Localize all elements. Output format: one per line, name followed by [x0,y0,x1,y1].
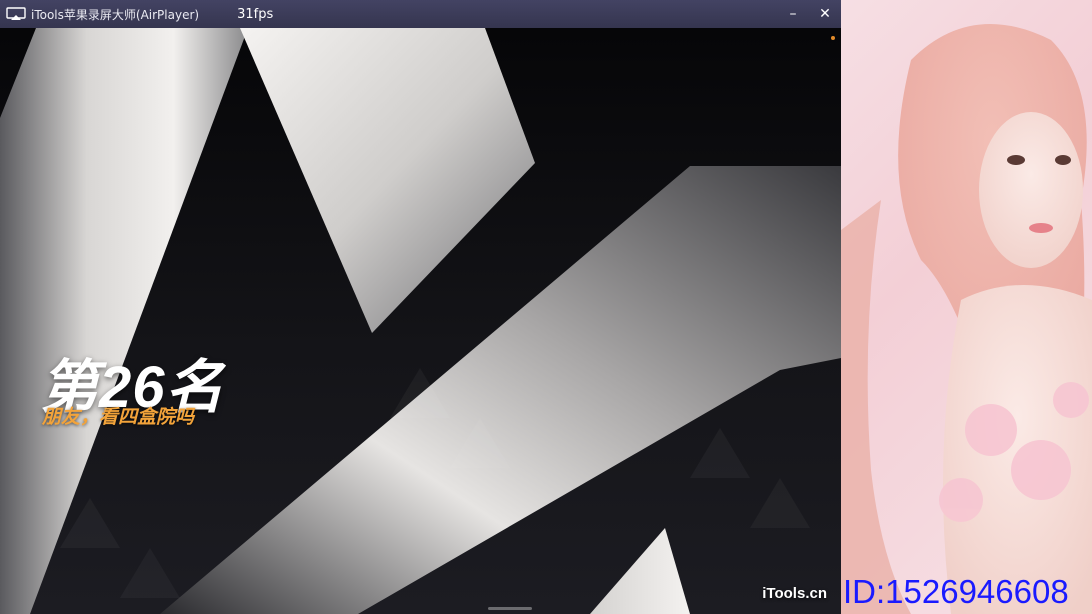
title-bar[interactable]: iTools苹果录屏大师(AirPlayer) 31fps – ✕ [0,0,841,28]
watermark: iTools.cn [762,585,827,602]
id-overlay: ID:1526946608 [843,573,1069,610]
game-background [0,28,841,614]
fps-counter: 31fps [237,6,274,22]
window-title: iTools苹果录屏大师(AirPlayer) [31,7,200,22]
airplayer-window: iTools苹果录屏大师(AirPlayer) 31fps – ✕ 第26名 朋… [0,0,841,614]
rank-subtitle: 朋友，看四盒院吗 [42,406,195,428]
recording-indicator [831,36,835,40]
portrait-image [841,24,1092,614]
home-indicator [488,607,532,610]
mirrored-screen[interactable]: 第26名 朋友，看四盒院吗 iTools.cn [0,28,841,614]
minimize-icon[interactable]: – [777,0,809,28]
portrait-panel [841,0,1092,614]
close-icon[interactable]: ✕ [809,0,841,28]
airplay-icon [6,7,26,20]
